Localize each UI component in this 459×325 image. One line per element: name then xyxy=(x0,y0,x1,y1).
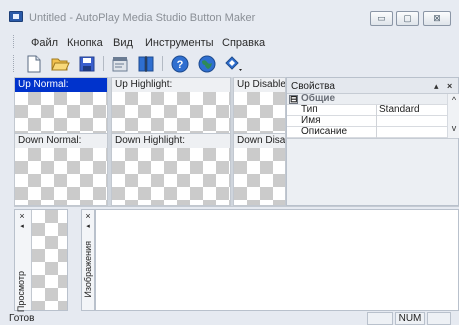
properties-button[interactable] xyxy=(110,54,130,74)
tab-preview[interactable]: Просмотр xyxy=(15,258,29,312)
tab-images[interactable]: Изображения xyxy=(82,241,96,298)
scroll-up-icon[interactable]: ^ xyxy=(448,95,459,105)
state-panel-down-highlight[interactable]: Down Highlight: xyxy=(111,133,231,206)
status-pane-scroll xyxy=(427,312,451,325)
property-description xyxy=(287,138,458,205)
open-folder-icon xyxy=(51,58,70,71)
toolbar-grip[interactable] xyxy=(13,55,15,72)
tab-preview-label: Просмотр xyxy=(16,270,26,312)
collapse-icon[interactable]: ⊟ xyxy=(289,95,298,104)
web-button[interactable] xyxy=(197,54,217,74)
arrow-left-icon[interactable]: ◂ xyxy=(82,222,94,232)
arrow-left-icon[interactable]: ◂ xyxy=(16,222,28,232)
state-label: Up Disabled: xyxy=(237,79,285,90)
new-document-icon xyxy=(27,55,41,73)
status-pane-num: NUM xyxy=(395,312,425,325)
close-icon[interactable]: × xyxy=(447,79,452,93)
pin-icon[interactable]: ▴ xyxy=(434,79,439,93)
maximize-button[interactable]: ▢ xyxy=(396,11,419,26)
toolbar-separator xyxy=(103,56,104,71)
save-disk-icon xyxy=(79,56,95,72)
state-panel-down-normal[interactable]: Down Normal: xyxy=(14,133,108,206)
split-columns-icon xyxy=(138,56,154,72)
menu-help[interactable]: Справка xyxy=(222,37,265,49)
new-button[interactable] xyxy=(24,54,44,74)
maximize-icon: ▢ xyxy=(403,13,412,23)
preview-panel: × ◂ Просмотр xyxy=(14,209,68,312)
properties-header: Свойства ▴ × xyxy=(287,78,458,94)
state-label: Up Normal: xyxy=(15,78,107,92)
close-icon[interactable]: × xyxy=(82,211,94,221)
minimize-icon: ▭ xyxy=(377,13,386,23)
diamond-dropdown-icon xyxy=(225,56,242,71)
state-preview xyxy=(112,92,230,135)
state-preview xyxy=(15,148,107,205)
menu-grip[interactable] xyxy=(13,35,15,48)
state-preview xyxy=(234,148,285,205)
state-panel-down-disabled[interactable]: Down Disabled: xyxy=(233,133,286,206)
menu-bar: Файл Кнопка Вид Инструменты Справка xyxy=(0,31,459,51)
menu-view[interactable]: Вид xyxy=(113,37,133,49)
toolbar-separator xyxy=(162,56,163,71)
property-scrollbar[interactable]: ^ v xyxy=(447,94,459,138)
web-globe-icon xyxy=(198,55,216,73)
preview-canvas xyxy=(31,210,67,310)
scroll-down-icon[interactable]: v xyxy=(448,123,459,133)
property-key: Имя xyxy=(300,116,377,127)
window-title: Untitled - AutoPlay Media Studio Button … xyxy=(29,12,256,24)
state-preview xyxy=(234,92,285,135)
help-icon: ? xyxy=(171,55,189,73)
menu-tools[interactable]: Инструменты xyxy=(145,37,214,49)
state-label: Down Normal: xyxy=(18,135,82,146)
help-button[interactable]: ? xyxy=(170,54,190,74)
property-value[interactable]: Standard xyxy=(378,105,420,115)
svg-text:?: ? xyxy=(177,59,184,71)
state-panel-up-highlight[interactable]: Up Highlight: xyxy=(111,77,231,136)
properties-panel: Свойства ▴ × ⊟ Общие Тип Standard Имя Оп… xyxy=(286,77,459,206)
toolbar: ? xyxy=(0,51,459,77)
minimize-button[interactable]: ▭ xyxy=(370,11,393,26)
property-row[interactable]: Имя xyxy=(287,116,447,127)
status-pane-caps xyxy=(367,312,393,325)
state-label: Up Highlight: xyxy=(115,79,173,90)
images-panel: × ◂ Изображения xyxy=(81,209,95,311)
open-button[interactable] xyxy=(50,54,70,74)
status-text: Готов xyxy=(9,313,35,324)
property-category[interactable]: ⊟ Общие xyxy=(287,94,447,105)
state-preview xyxy=(112,148,230,205)
property-row[interactable]: Тип Standard xyxy=(287,105,447,116)
state-label: Down Highlight: xyxy=(115,135,186,146)
app-icon xyxy=(9,11,23,22)
close-icon[interactable]: × xyxy=(16,211,28,221)
property-key: Тип xyxy=(300,105,377,116)
title-bar: Untitled - AutoPlay Media Studio Button … xyxy=(0,0,459,30)
properties-title: Свойства xyxy=(291,81,335,92)
split-button[interactable] xyxy=(136,54,156,74)
category-label: Общие xyxy=(301,94,336,104)
options-dropdown-button[interactable] xyxy=(223,54,243,74)
state-preview xyxy=(15,92,107,135)
property-row[interactable]: Описание xyxy=(287,127,447,138)
images-list-area[interactable] xyxy=(95,209,459,311)
close-icon: ⊠ xyxy=(433,13,441,23)
close-button[interactable]: ⊠ xyxy=(423,11,451,26)
status-bar: Готов NUM xyxy=(0,312,459,325)
property-grid: ⊟ Общие Тип Standard Имя Описание xyxy=(287,94,447,138)
save-button[interactable] xyxy=(77,54,97,74)
property-key: Описание xyxy=(300,127,377,138)
menu-file[interactable]: Файл xyxy=(31,37,58,49)
menu-button[interactable]: Кнопка xyxy=(67,37,103,49)
state-panel-up-disabled[interactable]: Up Disabled: xyxy=(233,77,286,136)
state-panel-up-normal[interactable]: Up Normal: xyxy=(14,77,108,136)
tab-images-label: Изображения xyxy=(83,241,93,298)
properties-icon xyxy=(112,57,128,72)
state-label: Down Disabled: xyxy=(237,135,285,146)
